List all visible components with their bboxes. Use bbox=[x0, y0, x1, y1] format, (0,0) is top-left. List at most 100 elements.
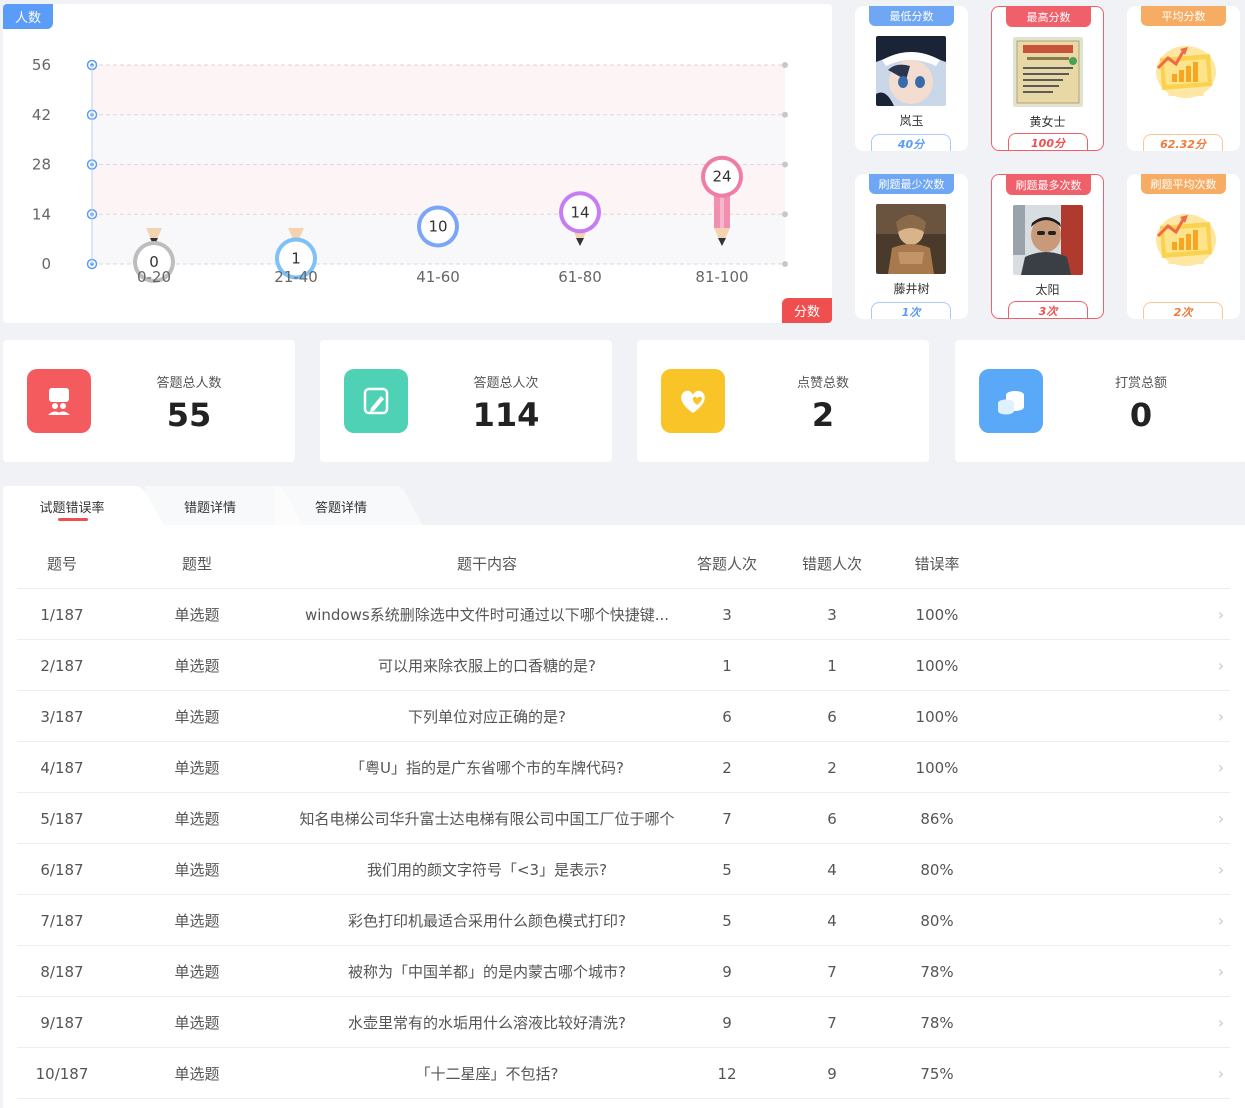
header-error-rate: 错误率 bbox=[914, 555, 960, 573]
x-tick-label: 21-40 bbox=[274, 268, 318, 286]
x-tick-label: 0-20 bbox=[137, 268, 171, 286]
chevron-right-icon[interactable]: › bbox=[1212, 589, 1230, 640]
summary-value: 55 bbox=[166, 396, 212, 434]
y-tick-label: 42 bbox=[32, 106, 51, 124]
cell-question-type: 单选题 bbox=[174, 606, 220, 624]
x-tick-label: 61-80 bbox=[558, 268, 602, 286]
chevron-right-icon[interactable]: › bbox=[1212, 997, 1230, 1048]
cell-wrong-count: 1 bbox=[827, 656, 837, 675]
cell-error-rate: 75% bbox=[920, 1064, 954, 1083]
table-row[interactable]: 4/187 单选题 「粤U」指的是广东省哪个市的车牌代码? 2 2 100% › bbox=[17, 742, 1230, 793]
chevron-right-icon[interactable]: › bbox=[1212, 844, 1230, 895]
cell-answer-count: 1 bbox=[722, 656, 732, 675]
cell-error-rate: 100% bbox=[915, 656, 959, 675]
chevron-right-icon[interactable]: › bbox=[1212, 895, 1230, 946]
data-label: 1 bbox=[291, 249, 301, 267]
tab-bar: 试题错误率 错题详情 答题详情 bbox=[3, 486, 423, 526]
cell-question-stem: 彩色打印机最适合采用什么颜色模式打印? bbox=[348, 912, 626, 930]
gridline-end-dot bbox=[782, 161, 788, 168]
cell-question-no: 5/187 bbox=[40, 809, 84, 828]
cell-wrong-count: 4 bbox=[827, 911, 837, 930]
cell-answer-count: 2 bbox=[722, 758, 732, 777]
gridline-end-dot bbox=[782, 261, 788, 267]
avatar-anime bbox=[876, 36, 946, 106]
summary-value: 114 bbox=[472, 396, 540, 434]
chart-icon bbox=[1148, 204, 1218, 274]
cell-question-stem: 「粤U」指的是广东省哪个市的车牌代码? bbox=[350, 759, 624, 777]
chevron-right-icon[interactable]: › bbox=[1212, 742, 1230, 793]
cell-wrong-count: 7 bbox=[827, 962, 837, 981]
cell-question-type: 单选题 bbox=[174, 963, 220, 981]
stat-card: 刷题最少次数 藤井树 1次 bbox=[855, 174, 968, 319]
cell-question-no: 6/187 bbox=[40, 860, 84, 879]
chevron-right-icon[interactable]: › bbox=[1212, 946, 1230, 997]
table-row[interactable]: 1/187 单选题 windows系统删除选中文件时可通过以下哪个快捷键... 3 3 1… bbox=[17, 589, 1230, 640]
cell-answer-count: 5 bbox=[722, 860, 732, 879]
y-tick-label: 0 bbox=[41, 255, 51, 273]
cell-wrong-count: 7 bbox=[827, 1013, 837, 1032]
users-icon bbox=[27, 369, 91, 433]
cell-question-stem: 下列单位对应正确的是? bbox=[408, 708, 566, 726]
cell-wrong-count: 6 bbox=[827, 809, 837, 828]
header-answer-count: 答题人次 bbox=[696, 555, 757, 573]
y-tick-label: 14 bbox=[32, 205, 51, 223]
cell-answer-count: 3 bbox=[722, 605, 732, 624]
summary-card: 答题总人数 55 bbox=[3, 340, 295, 462]
x-tick-label: 41-60 bbox=[416, 268, 460, 286]
table-row[interactable]: 8/187 单选题 被称为「中国羊都」的是内蒙古哪个城市? 9 7 78% › bbox=[17, 946, 1230, 997]
chevron-right-icon[interactable]: › bbox=[1212, 1048, 1230, 1099]
header-wrong-count: 错题人次 bbox=[801, 555, 862, 573]
cell-question-type: 单选题 bbox=[174, 912, 220, 930]
x-tick-label: 81-100 bbox=[695, 268, 748, 286]
cell-answer-count: 7 bbox=[722, 809, 732, 828]
summary-label: 打赏总额 bbox=[1114, 376, 1167, 391]
cell-question-type: 单选题 bbox=[174, 810, 220, 828]
gridline-end-dot bbox=[782, 211, 788, 218]
summary-card: 答题总人次 114 bbox=[320, 340, 612, 462]
gridline-end-dot bbox=[782, 111, 788, 118]
tab-error-rate[interactable]: 试题错误率 bbox=[3, 486, 141, 526]
cell-question-type: 单选题 bbox=[174, 657, 220, 675]
stat-card-title: 最低分数 bbox=[869, 6, 954, 26]
data-label: 24 bbox=[712, 168, 731, 186]
cell-question-type: 单选题 bbox=[174, 708, 220, 726]
stat-card-title: 最高分数 bbox=[1006, 7, 1091, 27]
avatar-sign bbox=[1013, 37, 1083, 107]
stat-card-title: 刷题最少次数 bbox=[869, 174, 954, 194]
score-distribution-chart: 0 14 28 42 56 0 0-20 1 21-40 10 41-60 14 61-80 24 81-1… bbox=[3, 4, 832, 323]
cell-question-no: 8/187 bbox=[40, 962, 84, 981]
y-tick-label: 56 bbox=[32, 56, 51, 74]
stat-card-title: 平均分数 bbox=[1141, 6, 1226, 26]
table-row[interactable]: 7/187 单选题 彩色打印机最适合采用什么颜色模式打印? 5 4 80% › bbox=[17, 895, 1230, 946]
cell-answer-count: 9 bbox=[722, 1013, 732, 1032]
cell-wrong-count: 6 bbox=[827, 707, 837, 726]
summary-value: 2 bbox=[811, 396, 835, 434]
stat-card-title: 刷题最多次数 bbox=[1006, 175, 1091, 195]
stat-card-value: 62.32分 bbox=[1143, 134, 1223, 151]
stat-card-value: 40分 bbox=[871, 134, 951, 151]
tab-answer-details[interactable]: 答题详情 bbox=[275, 486, 407, 526]
cell-question-no: 1/187 bbox=[40, 605, 84, 624]
chevron-right-icon[interactable]: › bbox=[1212, 793, 1230, 844]
table-row[interactable]: 2/187 单选题 可以用来除衣服上的口香糖的是? 1 1 100% › bbox=[17, 640, 1230, 691]
header-question-type: 题型 bbox=[181, 555, 212, 573]
tab-wrong-details-label: 错题详情 bbox=[183, 500, 236, 516]
tab-wrong-details[interactable]: 错题详情 bbox=[145, 486, 275, 526]
cell-wrong-count: 2 bbox=[827, 758, 837, 777]
stat-card-title: 刷题平均次数 bbox=[1141, 174, 1226, 194]
stat-card-value: 3次 bbox=[1008, 301, 1088, 318]
chevron-right-icon[interactable]: › bbox=[1212, 640, 1230, 691]
summary-label: 答题总人次 bbox=[473, 376, 539, 391]
table-row[interactable]: 10/187 单选题 「十二星座」不包括? 12 9 75% › bbox=[17, 1048, 1230, 1099]
table-row[interactable]: 3/187 单选题 下列单位对应正确的是? 6 6 100% › bbox=[17, 691, 1230, 742]
chevron-right-icon[interactable]: › bbox=[1212, 691, 1230, 742]
header-question-no: 题号 bbox=[46, 555, 77, 573]
table-row[interactable]: 5/187 单选题 知名电梯公司华升富士达电梯有限公司中国工厂位于哪个 7 6 86% › bbox=[17, 793, 1230, 844]
y-axis-tag: 人数 bbox=[3, 4, 53, 29]
table-row[interactable]: 9/187 单选题 水壶里常有的水垢用什么溶液比较好清洗? 9 7 78% › bbox=[17, 997, 1230, 1048]
stat-card-value: 2次 bbox=[1143, 302, 1223, 319]
cell-answer-count: 5 bbox=[722, 911, 732, 930]
table-row[interactable]: 6/187 单选题 我们用的颜文字符号「<3」是表示? 5 4 80% › bbox=[17, 844, 1230, 895]
cell-question-no: 9/187 bbox=[40, 1013, 84, 1032]
data-label: 10 bbox=[428, 217, 447, 235]
